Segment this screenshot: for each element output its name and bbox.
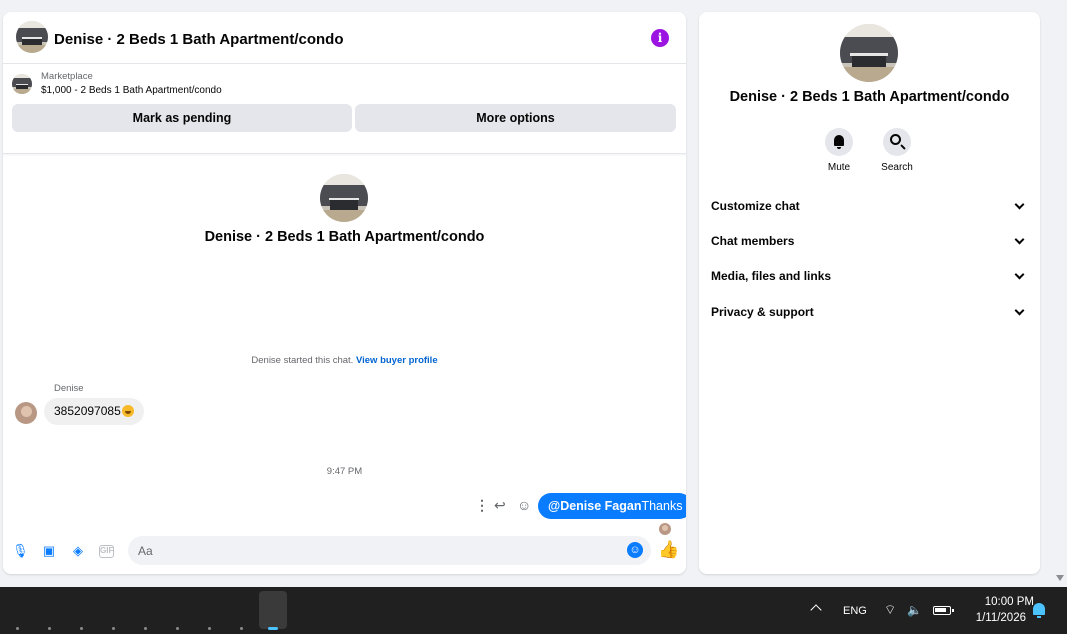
taskbar-app-indicator[interactable] (48, 627, 51, 630)
chevron-down-icon (1014, 269, 1025, 280)
taskbar-app-indicator[interactable] (80, 627, 83, 630)
clock-time[interactable]: 10:00 PM (962, 596, 1034, 608)
reply-icon[interactable]: ↩ (494, 496, 506, 514)
mute-label: Mute (827, 162, 851, 173)
notification-bell-icon[interactable] (1033, 603, 1045, 618)
intro-title: Denise · 2 Beds 1 Bath Apartment/condo (204, 229, 485, 245)
message-sender-name: Denise (54, 383, 84, 394)
search-icon[interactable] (883, 128, 911, 156)
view-buyer-profile-link[interactable]: View buyer profile (356, 355, 438, 366)
active-app-indicator (268, 627, 278, 630)
intro-avatar (320, 174, 368, 222)
chevron-down-icon (1014, 199, 1025, 210)
marketplace-listing-bar: Marketplace $1,000 - 2 Beds 1 Bath Apart… (3, 64, 686, 154)
more-options-button[interactable]: More options (355, 104, 676, 132)
input-language[interactable]: ENG (843, 605, 867, 617)
emoji-picker-icon[interactable]: ☺ (627, 542, 643, 558)
chat-started-notice: Denise started this chat. View buyer pro… (3, 355, 686, 366)
taskbar-active-app[interactable] (259, 591, 287, 629)
volume-icon[interactable]: 🔈 (907, 603, 922, 617)
bell-icon[interactable] (825, 128, 853, 156)
search-button[interactable]: Search (875, 128, 919, 173)
show-hidden-icons-chevron-icon[interactable] (810, 604, 822, 616)
gif-icon[interactable]: GIF (99, 545, 114, 558)
taskbar-app-indicator[interactable] (240, 627, 243, 630)
react-smiley-icon[interactable]: ☺ (517, 496, 531, 514)
section-label: Chat members (711, 234, 795, 248)
wifi-icon[interactable]: ⌔ (884, 603, 902, 617)
mark-as-pending-button[interactable]: Mark as pending (12, 104, 352, 132)
chat-started-text: Denise started this chat. (251, 355, 354, 366)
sidebar-title: Denise · 2 Beds 1 Bath Apartment/condo (729, 89, 1010, 105)
message-mention[interactable]: @Denise Fagan (548, 499, 641, 513)
conversation-avatar[interactable] (16, 21, 48, 53)
section-customize-chat[interactable]: Customize chat (711, 197, 1029, 217)
incoming-message-bubble[interactable]: 3852097085 (44, 398, 144, 425)
sender-avatar[interactable] (15, 402, 37, 424)
message-timestamp: 9:47 PM (326, 466, 363, 477)
sticker-icon[interactable]: ◈ (70, 543, 86, 559)
outgoing-message-text: Thanks (641, 499, 683, 513)
taskbar-app-indicator[interactable] (208, 627, 211, 630)
taskbar-app-indicator[interactable] (112, 627, 115, 630)
sidebar-avatar[interactable] (840, 24, 898, 82)
microphone-icon[interactable]: 🎙 (12, 543, 29, 559)
taskbar-app-indicator[interactable] (176, 627, 179, 630)
message-composer: 🎙 ▣ ◈ GIF ☺ 👍 (3, 534, 686, 570)
outgoing-message-bubble[interactable]: @Denise FaganThanks (538, 493, 686, 519)
scroll-down-arrow-icon[interactable] (1056, 575, 1064, 581)
clock-date[interactable]: 1/11/2026 (962, 612, 1026, 624)
listing-summary[interactable]: $1,000 - 2 Beds 1 Bath Apartment/condo (41, 85, 222, 96)
more-vertical-icon[interactable]: ⋮ (475, 496, 489, 514)
chevron-down-icon (1014, 234, 1025, 245)
listing-thumbnail[interactable] (12, 74, 32, 94)
section-label: Media, files and links (711, 269, 832, 283)
search-label: Search (881, 162, 913, 173)
section-media-files-links[interactable]: Media, files and links (711, 267, 1029, 287)
taskbar-app-indicator[interactable] (144, 627, 147, 630)
photo-icon[interactable]: ▣ (41, 543, 57, 559)
section-label: Customize chat (711, 199, 800, 213)
section-chat-members[interactable]: Chat members (711, 232, 1029, 252)
thumbs-up-icon[interactable]: 👍 (658, 540, 679, 560)
chat-header: Denise · 2 Beds 1 Bath Apartment/condo i (3, 12, 686, 64)
message-input[interactable] (128, 536, 651, 565)
conversation-info-panel: Denise · 2 Beds 1 Bath Apartment/condo M… (699, 12, 1040, 574)
smiling-face-emoji-icon (121, 405, 134, 417)
taskbar-app-indicator[interactable] (16, 627, 19, 630)
battery-icon[interactable] (933, 606, 954, 615)
chevron-down-icon (1014, 305, 1025, 316)
mute-button[interactable]: Mute (817, 128, 861, 173)
incoming-message-text: 3852097085 (54, 404, 121, 418)
info-icon[interactable]: i (651, 29, 669, 47)
conversation-title[interactable]: Denise · 2 Beds 1 Bath Apartment/condo (54, 31, 344, 48)
os-taskbar: ENG ⌔ 🔈 10:00 PM 1/11/2026 (0, 587, 1067, 634)
chat-panel: Denise · 2 Beds 1 Bath Apartment/condo i… (3, 12, 686, 574)
section-label: Privacy & support (711, 305, 814, 319)
listing-source-label: Marketplace (41, 71, 93, 82)
section-privacy-support[interactable]: Privacy & support (711, 303, 1029, 323)
